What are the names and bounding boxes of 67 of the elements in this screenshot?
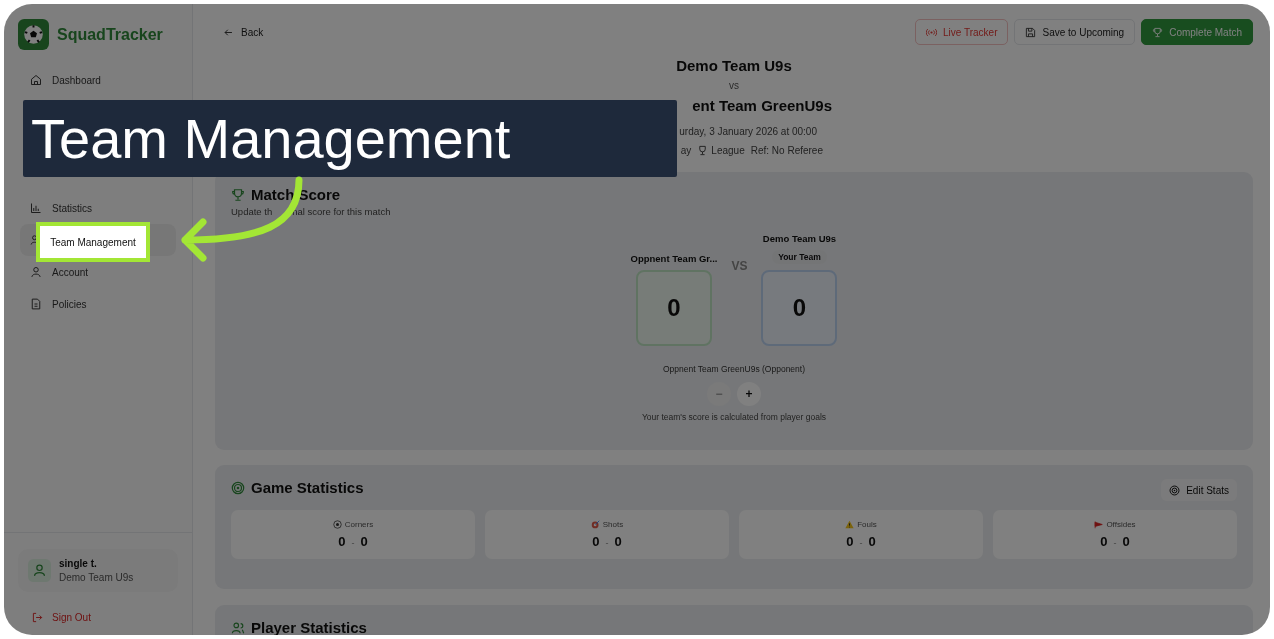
sidebar-item[interactable]: Policies [20, 288, 176, 320]
trophy-icon [231, 187, 245, 202]
stat-value: 0 [592, 534, 600, 549]
edit-stats-button[interactable]: Edit Stats [1161, 479, 1237, 501]
complete-match-button[interactable]: Complete Match [1141, 19, 1253, 45]
stat-value: 0 [338, 534, 346, 549]
back-arrow-icon [223, 26, 234, 38]
user-avatar-icon [28, 559, 51, 582]
app-name: SquadTracker [57, 25, 163, 44]
away-team-title: ent Team GreenU9s [692, 97, 832, 114]
live-tracker-button[interactable]: Live Tracker [915, 19, 1009, 45]
target-icon [1169, 484, 1181, 496]
soccer-ball-icon [332, 520, 342, 529]
save-icon [1025, 26, 1037, 38]
stat-value: 0 [1122, 534, 1130, 549]
stat-label: Corners [344, 520, 374, 529]
document-icon [30, 298, 42, 310]
home-team-title: Demo Team U9s [676, 57, 792, 74]
save-button[interactable]: Save to Upcoming [1014, 19, 1136, 45]
match-meta: League [711, 145, 745, 156]
team-name: Demo Team U9s [762, 233, 837, 244]
flag-icon [1094, 520, 1104, 529]
score-box: 0 [761, 270, 838, 346]
sidebar-item[interactable]: Statistics [20, 192, 176, 224]
stat-separator: - [859, 538, 863, 548]
opponent-label: Oppnent Team GreenU9s (Opponent) [662, 364, 806, 374]
match-date: urday, 3 January 2026 at 00:00 [679, 126, 817, 137]
stat-label: Fouls [857, 520, 877, 529]
stat-value: 0 [846, 534, 854, 549]
section-title: Game Statistics [251, 479, 364, 496]
sign-out-icon [32, 612, 43, 623]
bar-chart-icon [30, 202, 42, 214]
stat-value: 0 [360, 534, 368, 549]
user-team: Demo Team U9s [59, 572, 134, 583]
trophy-icon [697, 145, 709, 156]
house-icon [30, 74, 42, 86]
target-icon [231, 480, 245, 495]
match-meta: ay [680, 145, 692, 156]
callout-banner: Team Management [23, 100, 677, 177]
stat-value: 0 [868, 534, 876, 549]
soccer-ball-logo-icon [18, 19, 49, 50]
team-name: Oppnent Team Gr... [630, 253, 718, 264]
users-icon [231, 620, 245, 635]
stat-separator: - [605, 538, 609, 548]
vs-label: vs [729, 80, 739, 91]
user-icon [30, 266, 42, 278]
sign-out-button[interactable]: Sign Out [18, 612, 178, 623]
stat-value: 0 [614, 534, 622, 549]
stat-label: Offsides [1106, 520, 1136, 529]
increment-button[interactable]: + [737, 382, 761, 406]
match-meta: Ref: No Referee [750, 145, 823, 156]
stat-label: Shots [602, 520, 624, 529]
stat-separator: - [351, 538, 355, 548]
dartboard-icon [590, 520, 600, 529]
score-box: 0 [636, 270, 712, 346]
trophy-icon [1152, 26, 1164, 38]
broadcast-icon [926, 26, 937, 38]
score-note: Your team's score is calculated from player goals [641, 412, 827, 422]
highlighted-menu-item[interactable]: Team Management [36, 222, 150, 262]
section-subtitle: nal score for this match [292, 206, 391, 217]
stat-value: 0 [1100, 534, 1108, 549]
user-name: single t. [59, 558, 98, 569]
section-subtitle: Update th [231, 206, 273, 217]
sidebar-item[interactable]: Dashboard [20, 64, 176, 96]
stat-separator: - [1113, 538, 1117, 548]
warning-icon [845, 520, 855, 529]
back-button[interactable]: Back [215, 26, 272, 38]
